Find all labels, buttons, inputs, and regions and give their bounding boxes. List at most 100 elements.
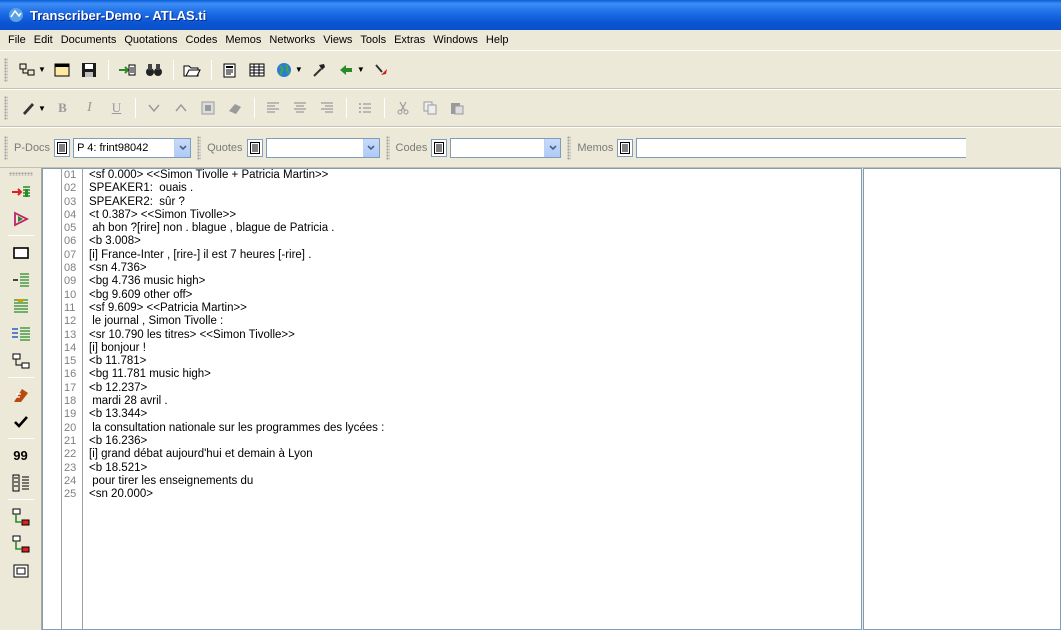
menu-memos[interactable]: Memos — [221, 31, 265, 49]
quotes-dropdown[interactable] — [265, 137, 380, 158]
bullet-list-icon[interactable] — [354, 97, 377, 119]
dropdown-arrow-icon[interactable]: ▼ — [38, 65, 46, 74]
insert-object-icon[interactable] — [197, 97, 220, 119]
assign-document-icon[interactable] — [116, 59, 139, 81]
pen-edit-icon[interactable] — [16, 97, 39, 119]
transcript-line[interactable]: <bg 11.781 music high> — [89, 368, 859, 381]
transcript-line[interactable]: <bg 9.609 other off> — [89, 289, 859, 302]
quotes-manager-icon[interactable] — [246, 138, 263, 157]
transcript-line[interactable]: SPEAKER1: ouais . — [89, 182, 859, 195]
pdocs-manager-icon[interactable] — [54, 138, 71, 157]
transcript-line[interactable]: <b 11.781> — [89, 355, 859, 368]
list-code-icon[interactable] — [9, 268, 33, 291]
menu-views[interactable]: Views — [319, 31, 356, 49]
transcript-line[interactable]: ah bon ?[rire] non . blague , blague de … — [89, 222, 859, 235]
transcript-line[interactable]: [i] France-Inter , [rire-] il est 7 heur… — [89, 249, 859, 262]
transcript-line[interactable]: SPEAKER2: sûr ? — [89, 196, 859, 209]
chevron-up-icon[interactable] — [170, 97, 193, 119]
pdocs-dropdown[interactable]: P 4: frint98042 — [73, 137, 192, 158]
transcript-line[interactable]: <t 0.387> <<Simon Tivolle>> — [89, 209, 859, 222]
toolbar-grip[interactable] — [385, 135, 390, 160]
dropdown-arrow-icon[interactable]: ▼ — [295, 65, 303, 74]
transcript-line[interactable]: <b 18.521> — [89, 462, 859, 475]
open-folder-icon[interactable] — [181, 59, 204, 81]
back-arrow-icon[interactable] — [335, 59, 358, 81]
document-properties-icon[interactable] — [219, 59, 242, 81]
binoculars-search-icon[interactable] — [143, 59, 166, 81]
network-red-link-icon[interactable] — [9, 505, 33, 528]
code-in-vivo-icon[interactable] — [9, 295, 33, 318]
eraser-icon[interactable] — [224, 97, 247, 119]
toolbar-grip[interactable] — [567, 135, 572, 160]
screen-view-icon[interactable] — [9, 559, 33, 582]
menu-help[interactable]: Help — [482, 31, 513, 49]
copy-icon[interactable] — [419, 97, 442, 119]
transcript-line[interactable]: <b 13.344> — [89, 408, 859, 421]
transcript-line[interactable]: <b 16.236> — [89, 435, 859, 448]
memo-quotation-icon[interactable] — [9, 383, 33, 406]
menu-file[interactable]: File — [4, 31, 30, 49]
dropdown-arrow-icon[interactable]: ▼ — [357, 65, 365, 74]
menu-documents[interactable]: Documents — [57, 31, 121, 49]
chevron-down-icon[interactable] — [143, 97, 166, 119]
code-by-list-icon[interactable] — [9, 322, 33, 345]
transcript-line[interactable]: <sf 0.000> <<Simon Tivolle + Patricia Ma… — [89, 169, 859, 182]
window-icon[interactable] — [51, 59, 74, 81]
transcript-line[interactable]: <sf 9.609> <<Patricia Martin>> — [89, 302, 859, 315]
transcript-line[interactable]: [i] grand débat aujourd'hui et demain à … — [89, 448, 859, 461]
document-pane[interactable]: 01 02 03 04 05 06 07 08 09 10 11 12 13 14 15 16 17 18 19 20… — [42, 168, 862, 630]
margin-list-icon[interactable] — [9, 471, 33, 494]
hermeneutic-unit-icon[interactable] — [16, 59, 39, 81]
toolbar-grip[interactable] — [197, 135, 202, 160]
globe-icon[interactable] — [273, 59, 296, 81]
transcript-line[interactable]: <sn 20.000> — [89, 488, 859, 501]
transcript-line[interactable]: la consultation nationale sur les progra… — [89, 422, 859, 435]
transcript-line[interactable]: [i] bonjour ! — [89, 342, 859, 355]
memos-manager-icon[interactable] — [617, 138, 634, 157]
save-icon[interactable] — [78, 59, 101, 81]
table-grid-icon[interactable] — [246, 59, 269, 81]
menu-quotations[interactable]: Quotations — [120, 31, 181, 49]
selection-margin[interactable] — [43, 169, 61, 629]
menu-edit[interactable]: Edit — [30, 31, 57, 49]
align-center-icon[interactable] — [289, 97, 312, 119]
memos-dropdown[interactable] — [636, 137, 967, 158]
margin-area[interactable] — [863, 168, 1061, 630]
menu-windows[interactable]: Windows — [429, 31, 482, 49]
toolbar-grip[interactable] — [8, 172, 33, 176]
menu-tools[interactable]: Tools — [356, 31, 390, 49]
transcript-line[interactable]: <sn 4.736> — [89, 262, 859, 275]
italic-icon[interactable]: I — [78, 97, 101, 119]
chevron-down-icon[interactable] — [544, 138, 561, 157]
chevron-down-icon[interactable] — [174, 138, 191, 157]
transcript-line[interactable]: <sr 10.790 les titres> <<Simon Tivolle>> — [89, 329, 859, 342]
play-marker-icon[interactable] — [9, 207, 33, 230]
cut-icon[interactable] — [392, 97, 415, 119]
transcript-line[interactable]: le journal , Simon Tivolle : — [89, 315, 859, 328]
codes-manager-icon[interactable] — [431, 138, 448, 157]
transcript-line[interactable]: <bg 4.736 music high> — [89, 275, 859, 288]
menu-codes[interactable]: Codes — [182, 31, 222, 49]
codes-dropdown[interactable] — [450, 137, 562, 158]
checkmark-icon[interactable] — [9, 410, 33, 433]
bold-icon[interactable]: B — [51, 97, 74, 119]
transcript-line[interactable]: <b 3.008> — [89, 235, 859, 248]
menu-extras[interactable]: Extras — [390, 31, 429, 49]
underline-icon[interactable]: U — [105, 97, 128, 119]
paste-icon[interactable] — [446, 97, 469, 119]
toolbar-grip[interactable] — [4, 96, 8, 120]
align-right-icon[interactable] — [316, 97, 339, 119]
hammer-tool-icon[interactable] — [308, 59, 331, 81]
rectangle-icon[interactable] — [9, 241, 33, 264]
transcript-line[interactable]: pour tirer les enseignements du — [89, 475, 859, 488]
toolbar-grip[interactable] — [4, 135, 8, 160]
menu-networks[interactable]: Networks — [265, 31, 319, 49]
toolbar-grip[interactable] — [4, 57, 8, 82]
forward-arrow-icon[interactable] — [370, 59, 393, 81]
transcript-line[interactable]: <b 12.237> — [89, 382, 859, 395]
network-red-link-alt-icon[interactable] — [9, 532, 33, 555]
chevron-down-icon[interactable] — [362, 138, 379, 157]
quotation-count-icon[interactable]: 99 — [9, 444, 33, 467]
document-text[interactable]: <sf 0.000> <<Simon Tivolle + Patricia Ma… — [89, 169, 859, 629]
dropdown-arrow-icon[interactable]: ▼ — [38, 104, 46, 113]
